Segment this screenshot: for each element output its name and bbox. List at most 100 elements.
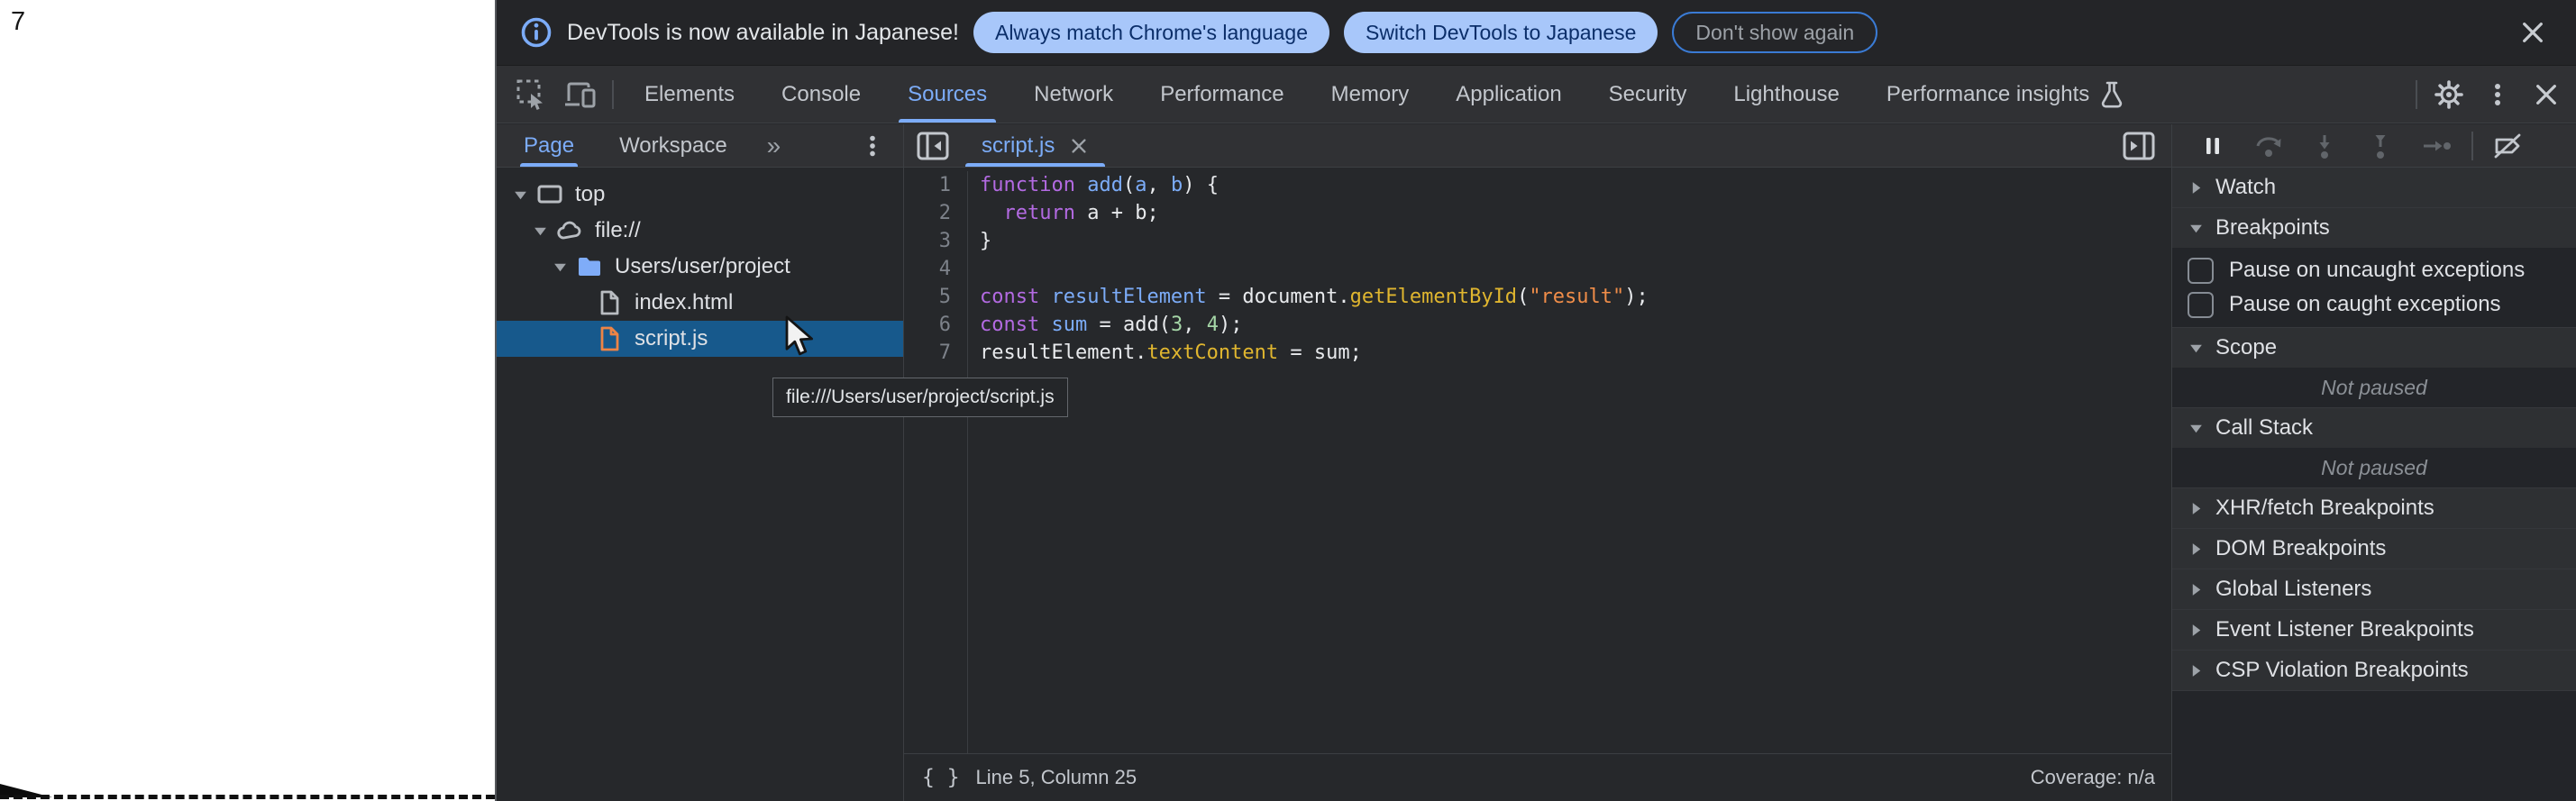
tree-item-top[interactable]: top <box>497 177 903 213</box>
tree-item-script-js[interactable]: script.js <box>497 321 903 357</box>
dont-show-again-button[interactable]: Don't show again <box>1672 12 1877 53</box>
show-debugger-sidebar-button[interactable] <box>2123 132 2155 160</box>
triangle-down-icon <box>2188 221 2215 236</box>
section-xhr-fetch-breakpoints[interactable]: XHR/fetch Breakpoints <box>2172 488 2576 528</box>
code-token: getElementById <box>1350 286 1517 308</box>
collapse-navigator-icon <box>917 132 949 160</box>
section-dom-breakpoints[interactable]: DOM Breakpoints <box>2172 528 2576 569</box>
banner-close-button[interactable] <box>2513 13 2553 52</box>
section-title: Event Listener Breakpoints <box>2215 617 2474 642</box>
expand-arrow[interactable] <box>553 259 576 275</box>
triangle-right-icon <box>2188 542 2215 557</box>
step-icon <box>2421 132 2452 159</box>
section-global-listeners[interactable]: Global Listeners <box>2172 569 2576 609</box>
mouse-cursor-icon <box>783 315 818 357</box>
tree-item-index-html[interactable]: index.html <box>497 285 903 321</box>
collapse-navigator-button[interactable] <box>917 132 949 160</box>
always-match-language-button[interactable]: Always match Chrome's language <box>973 12 1329 53</box>
step-over-button[interactable] <box>2241 124 2297 167</box>
deactivate-breakpoints-button[interactable] <box>2480 124 2536 167</box>
tab-performance-insights[interactable]: Performance insights <box>1863 66 2147 123</box>
section-title: CSP Violation Breakpoints <box>2215 658 2469 683</box>
tab-network[interactable]: Network <box>1010 66 1137 123</box>
editor-tab-scriptjs[interactable]: script.js <box>965 124 1105 167</box>
checkbox-row-pause-on-caught-exceptions[interactable]: Pause on caught exceptions <box>2172 287 2576 322</box>
more-tabs-icon[interactable]: » <box>767 132 781 160</box>
cursor-position-label: Line 5, Column 25 <box>976 766 1137 789</box>
pretty-print-icon[interactable]: { } <box>922 766 960 789</box>
tree-item-users-user-project[interactable]: Users/user/project <box>497 249 903 285</box>
checkbox[interactable] <box>2188 292 2214 318</box>
banner-message: DevTools is now available in Japanese! <box>567 20 959 46</box>
section-event-listener-breakpoints[interactable]: Event Listener Breakpoints <box>2172 609 2576 650</box>
frame-icon <box>537 184 562 205</box>
step-button[interactable] <box>2408 124 2464 167</box>
devtools-close-button[interactable] <box>2522 66 2571 123</box>
devtools-menu-button[interactable] <box>2473 66 2522 123</box>
status-text: Not paused <box>2321 456 2427 480</box>
folder-icon <box>577 256 602 278</box>
info-icon <box>520 16 553 49</box>
triangle-right-icon <box>2188 663 2204 678</box>
settings-gear-icon <box>2433 78 2465 111</box>
triangle-down-icon <box>2188 341 2215 356</box>
tab-label: Performance <box>1160 82 1283 107</box>
triangle-right-icon <box>2188 501 2215 516</box>
section-call-stack[interactable]: Call Stack <box>2172 408 2576 448</box>
line-number: 2 <box>904 199 951 227</box>
code-token: b <box>1171 174 1183 196</box>
expand-arrow[interactable] <box>513 187 536 203</box>
tab-sources[interactable]: Sources <box>884 66 1010 123</box>
tab-console[interactable]: Console <box>758 66 884 123</box>
code-token: resultElement <box>1051 286 1206 308</box>
tab-lighthouse[interactable]: Lighthouse <box>1710 66 1862 123</box>
tree-item-file[interactable]: file:// <box>497 213 903 249</box>
tab-security[interactable]: Security <box>1585 66 1711 123</box>
navigator-menu-button[interactable] <box>854 128 891 164</box>
navigator-tab-page[interactable]: Page <box>520 124 578 167</box>
section-breakpoints[interactable]: Breakpoints <box>2172 207 2576 248</box>
tab-memory[interactable]: Memory <box>1308 66 1433 123</box>
pause-icon <box>2199 132 2226 159</box>
section-csp-violation-breakpoints[interactable]: CSP Violation Breakpoints <box>2172 650 2576 690</box>
pause-button[interactable] <box>2185 124 2241 167</box>
navigator-pane: Page Workspace » top file:// Users/user/… <box>497 124 903 801</box>
line-number: 7 <box>904 339 951 367</box>
section-scope[interactable]: Scope <box>2172 328 2576 368</box>
tab-label: Console <box>781 82 861 107</box>
section-watch[interactable]: Watch <box>2172 168 2576 207</box>
panel-tabs: Elements Console Sources Network Performance… <box>621 66 2147 123</box>
expand-arrow[interactable] <box>533 223 556 239</box>
checkbox-row-pause-on-uncaught-exceptions[interactable]: Pause on uncaught exceptions <box>2172 253 2576 287</box>
toolbar-separator <box>612 80 614 109</box>
toggle-device-toolbar-icon <box>563 79 598 110</box>
inspect-element-button[interactable] <box>507 66 556 123</box>
kebab-menu-icon <box>858 132 887 160</box>
debugger-toolbar <box>2172 124 2576 168</box>
devtools-window: DevTools is now available in Japanese! A… <box>495 0 2576 801</box>
code-editor[interactable]: 1234567 function add(a, b) { return a + … <box>904 168 2171 753</box>
cloud-icon <box>556 220 583 241</box>
triangle-right-icon <box>2188 180 2204 196</box>
step-into-button[interactable] <box>2297 124 2352 167</box>
switch-to-japanese-button[interactable]: Switch DevTools to Japanese <box>1344 12 1658 53</box>
tab-label: Application <box>1456 82 1561 107</box>
file-tree: top file:// Users/user/project index.htm… <box>497 168 903 357</box>
step-out-button[interactable] <box>2352 124 2408 167</box>
tab-label: Sources <box>908 82 987 107</box>
tab-elements[interactable]: Elements <box>621 66 758 123</box>
code-token: , <box>1146 174 1171 196</box>
tree-item-label: Users/user/project <box>615 254 790 279</box>
toggle-device-toolbar-button[interactable] <box>556 66 605 123</box>
code-token: function <box>980 174 1075 196</box>
tab-application[interactable]: Application <box>1432 66 1585 123</box>
settings-button[interactable] <box>2425 66 2473 123</box>
tab-label: Lighthouse <box>1733 82 1839 107</box>
toolbar-separator <box>2416 80 2417 109</box>
editor-tab-close-button[interactable] <box>1069 136 1089 156</box>
code-line <box>980 255 2171 283</box>
code-line: function add(a, b) { <box>980 171 2171 199</box>
tab-performance[interactable]: Performance <box>1137 66 1307 123</box>
navigator-tab-workspace[interactable]: Workspace <box>616 124 731 167</box>
checkbox[interactable] <box>2188 258 2214 284</box>
